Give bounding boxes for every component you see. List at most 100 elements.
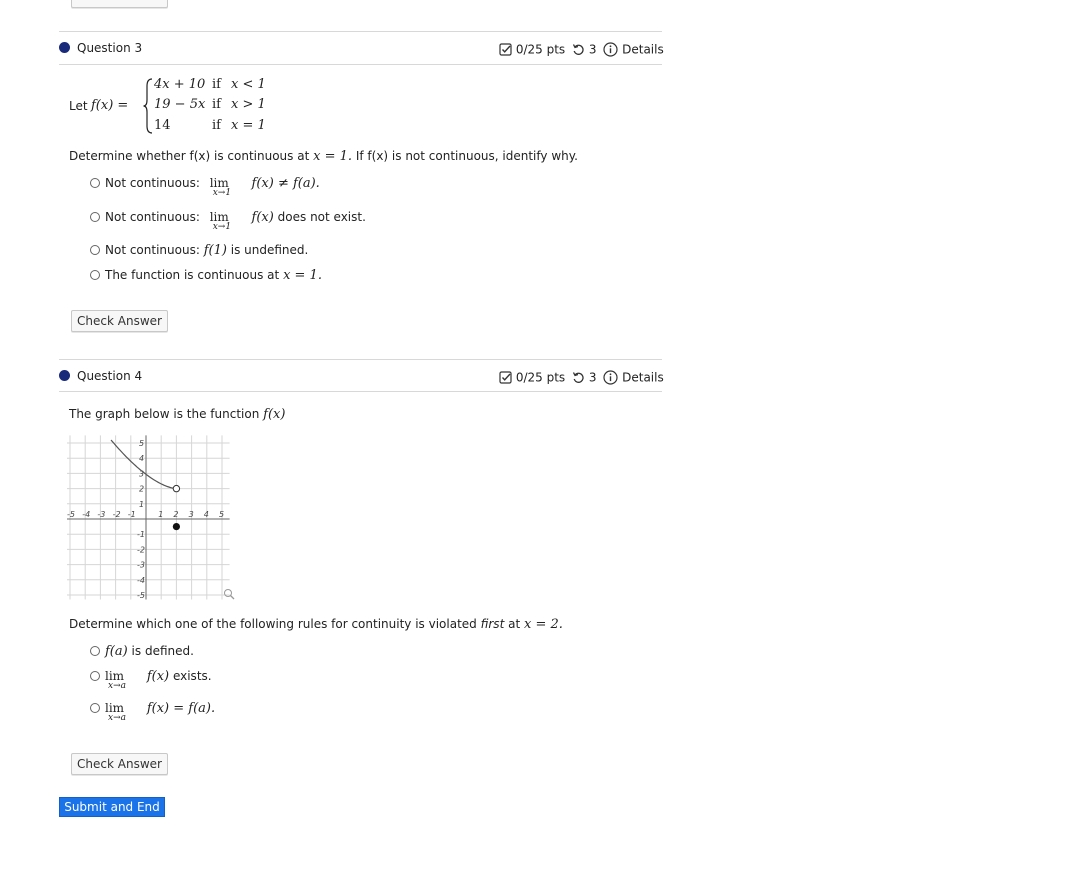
y-tick-label: 4 (139, 454, 144, 463)
q4-option-3[interactable]: lim x→a f(x) = f(a). (90, 701, 216, 723)
prompt-suffix: If f(x) is not continuous, identify why. (355, 149, 578, 163)
option-math: f(x) (146, 669, 170, 684)
q3-check-answer-button[interactable]: Check Answer (71, 310, 168, 332)
question-4-intro: The graph below is the function f(x) (69, 407, 285, 422)
radio-button[interactable] (90, 178, 100, 188)
option-label: Not continuous: (105, 210, 200, 224)
lim-subscript: x→1 (212, 188, 232, 198)
option-text: exists. (172, 669, 212, 683)
option-text: is undefined. (230, 243, 309, 257)
case-cond-2: x > 1 (231, 97, 266, 112)
left-brace (143, 78, 153, 134)
y-tick-label: -1 (137, 530, 145, 539)
radio-button[interactable] (90, 270, 100, 280)
retry-icon[interactable] (572, 43, 585, 56)
option-label: Not continuous: (105, 243, 200, 257)
score-text: 0/25 pts (515, 42, 566, 57)
prompt-mid: at (508, 617, 521, 631)
question-4-prompt: Determine which one of the following rul… (69, 617, 563, 632)
q3-option-2[interactable]: Not continuous: lim x→1 f(x) does not exi… (90, 210, 366, 232)
q4-option-1[interactable]: f(a) is defined. (90, 644, 194, 659)
case-cond-1: x < 1 (231, 77, 266, 92)
x-tick-label: -3 (97, 510, 105, 519)
radio-button[interactable] (90, 646, 100, 656)
f-of-x-label: f(x) = (91, 98, 129, 113)
info-icon[interactable] (603, 370, 618, 385)
option-math: f(x) = f(a). (146, 701, 216, 716)
intro-math: f(x) (263, 407, 286, 422)
radio-button[interactable] (90, 703, 100, 713)
attempts-count: 3 (588, 42, 597, 57)
details-link[interactable]: Details (622, 43, 664, 57)
q3-option-3[interactable]: Not continuous: f(1) is undefined. (90, 243, 308, 258)
y-tick-label: -2 (137, 545, 145, 554)
lim-subscript: x→a (108, 713, 126, 723)
details-link[interactable]: Details (622, 371, 664, 385)
question-4-header: Question 4 (59, 369, 142, 383)
question-bullet-icon (59, 370, 70, 381)
q4-check-answer-button[interactable]: Check Answer (71, 753, 168, 775)
limit-notation: lim x→1 (210, 176, 248, 198)
lim-subscript: x→1 (212, 222, 232, 232)
checkbox-score-icon (499, 371, 512, 384)
limit-notation: lim x→a (105, 701, 143, 723)
limit-notation: lim x→a (105, 669, 143, 691)
prompt-math: x = 1. (313, 149, 353, 164)
question-bullet-icon (59, 42, 70, 53)
prompt-prefix: Determine which one of the following rul… (69, 617, 477, 631)
x-tick-label: 2 (173, 510, 178, 519)
radio-button[interactable] (90, 212, 100, 222)
open-point (172, 484, 181, 493)
case-expr-3: 14 (154, 118, 171, 133)
previous-check-answer-button[interactable] (71, 0, 168, 8)
info-icon[interactable] (603, 42, 618, 57)
option-math: f(a) (105, 644, 128, 659)
y-tick-label: 2 (139, 485, 144, 494)
function-graph[interactable]: -5 -4 -3 -2 -1 1 2 3 4 554321-1-2-3-4-5 (67, 433, 239, 605)
x-tick-label: -1 (128, 510, 136, 519)
prompt-prefix: Determine whether f(x) is continuous at (69, 149, 310, 163)
x-tick-label: -2 (113, 510, 121, 519)
question-3-header: Question 3 (59, 41, 142, 55)
radio-button[interactable] (90, 245, 100, 255)
y-tick-label: -4 (137, 576, 145, 585)
x-tick-label: 5 (219, 510, 224, 519)
attempts-count: 3 (588, 370, 597, 385)
question-title: Question 3 (77, 41, 143, 55)
question-4-header-rule (59, 391, 662, 392)
checkbox-score-icon (499, 43, 512, 56)
x-tick-label: 4 (204, 510, 209, 519)
question-3-prompt: Determine whether f(x) is continuous at … (69, 149, 578, 164)
limit-notation: lim x→1 (210, 210, 248, 232)
x-tick-label: -4 (82, 510, 90, 519)
option-math: x = 1. (283, 268, 322, 283)
score-text: 0/25 pts (515, 370, 566, 385)
let-label: Let (69, 99, 88, 113)
y-tick-label: 1 (139, 500, 144, 509)
prompt-math: x = 2. (524, 617, 563, 632)
y-tick-label: 5 (139, 439, 144, 448)
option-label: The function is continuous at (105, 268, 280, 282)
x-tick-label: 3 (189, 510, 194, 519)
case-if-1: if (212, 77, 221, 92)
submit-and-end-button[interactable]: Submit and End (59, 797, 165, 817)
magnify-icon[interactable] (224, 589, 235, 600)
case-if-2: if (212, 97, 221, 112)
question-4-top-rule (59, 359, 662, 360)
radio-button[interactable] (90, 671, 100, 681)
question-3-meta: 0/25 pts 3 Details (499, 42, 664, 57)
y-tick-label: -5 (137, 591, 145, 600)
q4-option-2[interactable]: lim x→a f(x) exists. (90, 669, 212, 691)
question-4-meta: 0/25 pts 3 Details (499, 370, 664, 385)
prompt-emphasis: first (480, 617, 505, 631)
x-tick-label: -5 (67, 510, 75, 519)
q3-option-4[interactable]: The function is continuous at x = 1. (90, 268, 322, 283)
lim-subscript: x→a (108, 681, 126, 691)
option-math: f(x) (251, 210, 274, 225)
case-cond-3: x = 1 (231, 118, 266, 133)
q3-option-1[interactable]: Not continuous: lim x→1 f(x) ≠ f(a). (90, 176, 320, 198)
retry-icon[interactable] (572, 371, 585, 384)
case-expr-1: 4x + 10 (154, 77, 206, 92)
y-tick-label: -3 (137, 561, 145, 570)
option-math: f(1) (203, 243, 227, 258)
